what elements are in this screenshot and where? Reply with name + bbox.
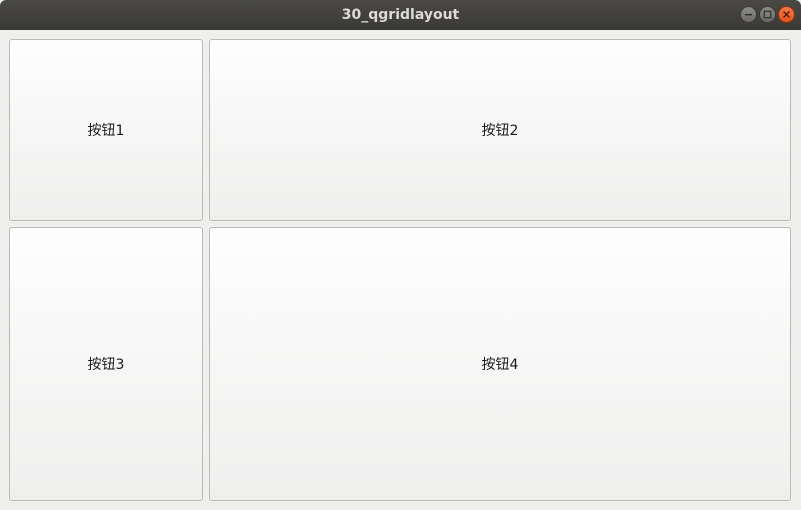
button-2[interactable]: 按钮2 <box>209 39 791 221</box>
button-3[interactable]: 按钮3 <box>9 227 203 501</box>
minimize-icon <box>745 14 752 16</box>
button-1-label: 按钮1 <box>87 123 125 139</box>
button-4[interactable]: 按钮4 <box>209 227 791 501</box>
button-4-label: 按钮4 <box>481 357 519 373</box>
close-button[interactable] <box>778 6 795 23</box>
button-3-label: 按钮3 <box>87 357 125 373</box>
maximize-icon <box>763 10 772 19</box>
button-2-label: 按钮2 <box>481 123 519 139</box>
minimize-button[interactable] <box>740 6 757 23</box>
button-1[interactable]: 按钮1 <box>9 39 203 221</box>
window-controls <box>740 6 795 24</box>
app-window: 30_qgridlayout 按钮1 按钮2 按钮3 按钮4 <box>0 0 801 510</box>
title-bar[interactable]: 30_qgridlayout <box>0 0 801 30</box>
maximize-button[interactable] <box>759 6 776 23</box>
grid-layout: 按钮1 按钮2 按钮3 按钮4 <box>0 30 801 510</box>
close-icon <box>782 10 791 19</box>
window-title: 30_qgridlayout <box>341 7 460 23</box>
